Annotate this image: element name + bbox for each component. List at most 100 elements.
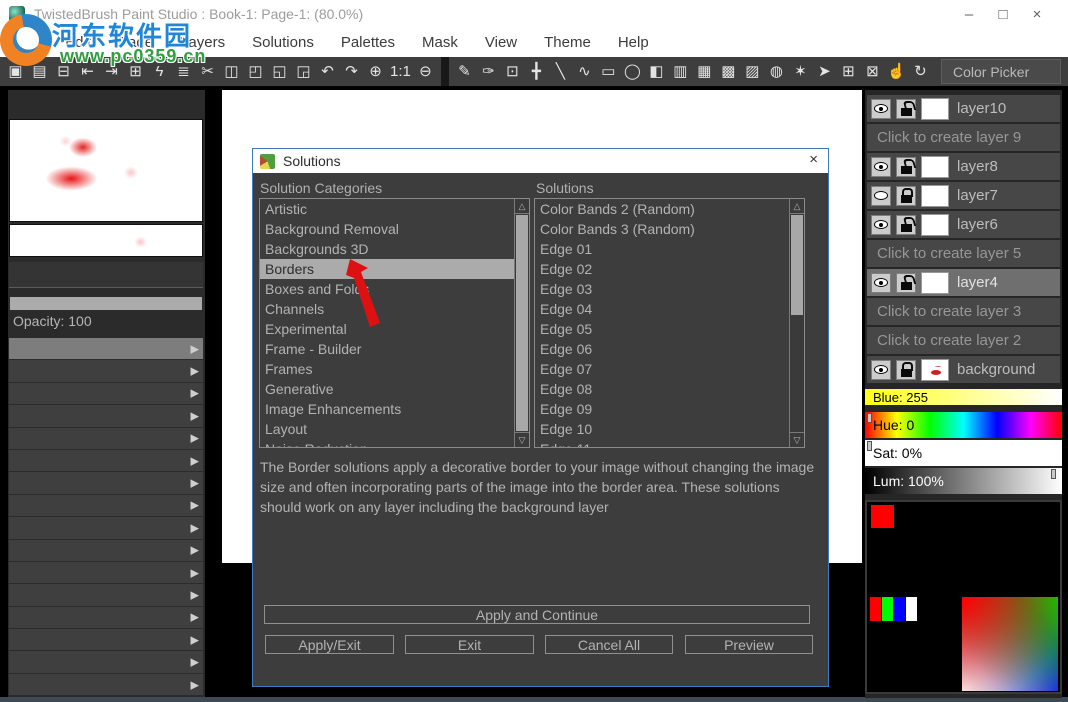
preset-row[interactable]: ▶ — [9, 651, 203, 673]
lasso-icon[interactable]: ∿ — [575, 58, 594, 85]
layer-row[interactable]: layer4 — [867, 269, 1060, 296]
scroll-down-icon[interactable]: ▽ — [790, 432, 804, 447]
solution-item[interactable]: Edge 09 — [535, 399, 789, 419]
solution-item[interactable]: Edge 05 — [535, 319, 789, 339]
menu-item[interactable]: Edit — [65, 34, 91, 51]
layer-visibility-toggle[interactable] — [871, 98, 891, 119]
layer-lock-toggle[interactable] — [896, 272, 916, 293]
solution-item[interactable]: Edge 11 — [535, 439, 789, 447]
layer-visibility-toggle[interactable] — [871, 272, 891, 293]
scroll-up-icon[interactable]: △ — [515, 199, 529, 214]
layer-visibility-toggle[interactable] — [871, 185, 891, 206]
menu-item[interactable]: Page — [118, 34, 153, 51]
layer-lock-toggle[interactable] — [896, 98, 916, 119]
solution-item[interactable]: Edge 03 — [535, 279, 789, 299]
apply-exit-button[interactable]: Apply/Exit — [265, 635, 394, 654]
apply-and-continue-button[interactable]: Apply and Continue — [264, 605, 810, 624]
category-item[interactable]: Borders — [260, 259, 514, 279]
menu-item[interactable]: View — [485, 34, 517, 51]
menu-item[interactable]: Help — [618, 34, 649, 51]
white-swatch[interactable] — [906, 597, 917, 621]
menu-item[interactable]: File — [14, 34, 38, 51]
layer-visibility-toggle[interactable] — [871, 156, 891, 177]
line-icon[interactable]: ╲ — [551, 58, 570, 85]
scrollbar-thumb[interactable] — [791, 215, 803, 315]
scroll-up-icon[interactable]: △ — [790, 199, 804, 214]
color-gradient-picker[interactable] — [962, 597, 1058, 691]
solution-item[interactable]: Edge 06 — [535, 339, 789, 359]
texture-icon[interactable]: ▩ — [719, 58, 738, 85]
category-item[interactable]: Image Enhancements — [260, 399, 514, 419]
add-page-icon[interactable]: ⊞ — [126, 58, 145, 85]
cancel-all-button[interactable]: Cancel All — [545, 635, 673, 654]
menu-item[interactable]: Mask — [422, 34, 458, 51]
layer-row[interactable]: layer7 — [867, 182, 1060, 209]
category-item[interactable]: Backgrounds 3D — [260, 239, 514, 259]
copy-icon[interactable]: ◫ — [222, 58, 241, 85]
pan-icon[interactable]: ☝ — [887, 58, 906, 85]
category-item[interactable]: Frame - Builder — [260, 339, 514, 359]
layer-row[interactable]: layer10 — [867, 95, 1060, 122]
menu-item[interactable]: Layers — [180, 34, 225, 51]
preset-row[interactable]: ▶ — [9, 338, 203, 360]
actual-size-icon[interactable]: 1:1 — [390, 58, 411, 85]
layer-thumbnail[interactable] — [921, 97, 949, 120]
category-item[interactable]: Channels — [260, 299, 514, 319]
pattern-icon[interactable]: ▦ — [695, 58, 714, 85]
save-icon[interactable]: ▣ — [6, 58, 25, 85]
exit-button[interactable]: Exit — [405, 635, 534, 654]
preset-row[interactable]: ▶ — [9, 494, 203, 517]
scrollbar-thumb[interactable] — [516, 215, 528, 431]
rect-select-icon[interactable]: ▭ — [599, 58, 618, 85]
blue-swatch[interactable] — [894, 597, 905, 621]
layer-visibility-toggle[interactable] — [871, 359, 891, 380]
preset-row[interactable]: ▶ — [9, 427, 203, 449]
redo-icon[interactable]: ↷ — [342, 58, 361, 85]
category-item[interactable]: Layout — [260, 419, 514, 439]
ellipse-select-icon[interactable]: ◯ — [623, 58, 642, 85]
current-color-swatch[interactable] — [871, 505, 894, 528]
layer-lock-toggle[interactable] — [896, 214, 916, 235]
blue-slider[interactable]: Blue: 255 — [865, 389, 1062, 405]
layer-row[interactable]: background — [867, 356, 1060, 383]
import-page-icon[interactable]: ⊟ — [54, 58, 73, 85]
book-icon[interactable]: ▤ — [30, 58, 49, 85]
wand-icon[interactable]: ✶ — [791, 58, 810, 85]
scroll-down-icon[interactable]: ▽ — [515, 432, 529, 447]
green-swatch[interactable] — [882, 597, 893, 621]
mask-select-icon[interactable]: ▨ — [743, 58, 762, 85]
layer-thumbnail[interactable] — [921, 271, 949, 294]
preset-row[interactable]: ▶ — [9, 472, 203, 494]
fill-icon[interactable]: ◧ — [647, 58, 666, 85]
zoom-out-icon[interactable]: ⊖ — [416, 58, 435, 85]
maximize-button[interactable]: □ — [986, 6, 1020, 23]
dropper-icon[interactable]: ✑ — [479, 58, 498, 85]
solution-item[interactable]: Edge 07 — [535, 359, 789, 379]
preset-row[interactable]: ▶ — [9, 561, 203, 584]
saturation-slider[interactable]: Sat: 0% — [865, 440, 1062, 466]
red-swatch[interactable] — [870, 597, 881, 621]
menu-item[interactable]: Palettes — [341, 34, 395, 51]
category-item[interactable]: Boxes and Folds — [260, 279, 514, 299]
minimize-button[interactable]: – — [952, 6, 986, 23]
grid-copy-icon[interactable]: ⊞ — [839, 58, 858, 85]
category-item[interactable]: Artistic — [260, 199, 514, 219]
luminance-slider[interactable]: Lum: 100% — [865, 468, 1062, 494]
preset-row[interactable]: ▶ — [9, 584, 203, 606]
solution-item[interactable]: Color Bands 2 (Random) — [535, 199, 789, 219]
undo-icon[interactable]: ↶ — [318, 58, 337, 85]
preset-row[interactable]: ▶ — [9, 539, 203, 561]
rotate-icon[interactable]: ↻ — [911, 58, 930, 85]
sphere-icon[interactable]: ◍ — [767, 58, 786, 85]
zoom-in-icon[interactable]: ⊕ — [366, 58, 385, 85]
layer-row[interactable]: Click to create layer 2 — [867, 327, 1060, 354]
category-item[interactable]: Generative — [260, 379, 514, 399]
solution-item[interactable]: Edge 04 — [535, 299, 789, 319]
solution-item[interactable]: Edge 02 — [535, 259, 789, 279]
paste-icon[interactable]: ◰ — [246, 58, 265, 85]
menu-item[interactable]: Theme — [544, 34, 591, 51]
layer-lock-toggle[interactable] — [896, 156, 916, 177]
dialog-titlebar[interactable]: Solutions × — [253, 149, 828, 173]
preset-row[interactable]: ▶ — [9, 629, 203, 651]
crop-icon[interactable]: ⊡ — [503, 58, 522, 85]
